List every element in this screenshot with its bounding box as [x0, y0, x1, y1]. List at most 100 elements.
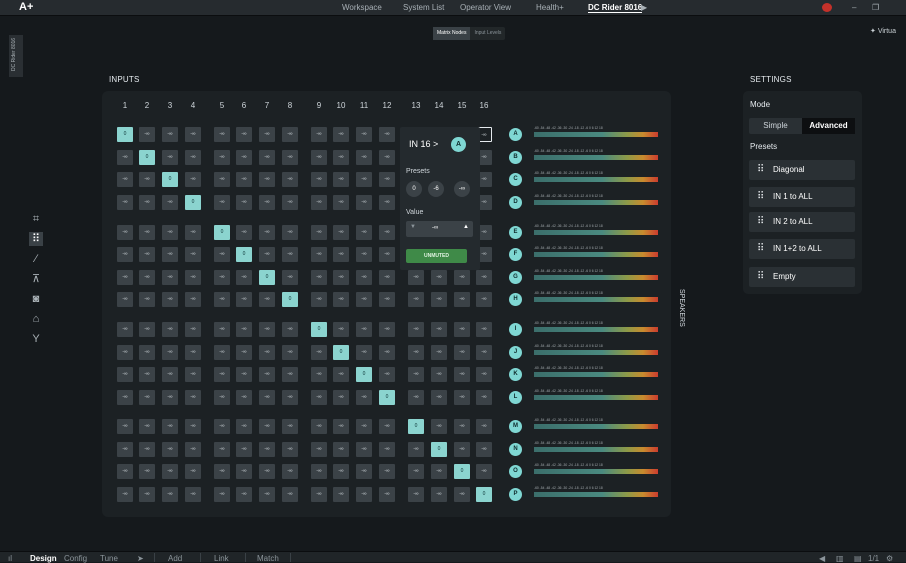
output-label-H[interactable]: H [509, 293, 522, 306]
preset-minus6-button[interactable]: -6 [428, 181, 444, 197]
matrix-node[interactable]: -∞ [259, 367, 275, 382]
matrix-node[interactable]: -∞ [282, 172, 298, 187]
matrix-node[interactable]: -∞ [311, 270, 327, 285]
matrix-node[interactable]: -∞ [185, 247, 201, 262]
matrix-node[interactable]: -∞ [356, 292, 372, 307]
matrix-node[interactable]: -∞ [236, 419, 252, 434]
matrix-node[interactable]: -∞ [139, 442, 155, 457]
matrix-node[interactable]: -∞ [476, 345, 492, 360]
matrix-node[interactable]: -∞ [408, 442, 424, 457]
matrix-node[interactable]: -∞ [117, 225, 133, 240]
matrix-node[interactable]: -∞ [236, 322, 252, 337]
matrix-node[interactable]: -∞ [311, 195, 327, 210]
matrix-node[interactable]: -∞ [476, 367, 492, 382]
preset-in12-to-all[interactable]: ⠿ IN 1+2 to ALL [749, 239, 855, 259]
matrix-node[interactable]: -∞ [379, 464, 395, 479]
matrix-node[interactable]: -∞ [408, 367, 424, 382]
matrix-node[interactable]: -∞ [311, 247, 327, 262]
matrix-node[interactable]: -∞ [259, 442, 275, 457]
matrix-node[interactable]: -∞ [162, 225, 178, 240]
matrix-node[interactable]: -∞ [259, 127, 275, 142]
matrix-node[interactable]: -∞ [431, 322, 447, 337]
matrix-node[interactable]: -∞ [282, 322, 298, 337]
matrix-node[interactable]: -∞ [282, 247, 298, 262]
matrix-node[interactable]: -∞ [214, 442, 230, 457]
output-label-I[interactable]: I [509, 323, 522, 336]
matrix-node[interactable]: -∞ [185, 270, 201, 285]
matrix-node[interactable]: -∞ [162, 195, 178, 210]
matrix-node[interactable]: -∞ [185, 367, 201, 382]
matrix-node[interactable]: -∞ [431, 464, 447, 479]
matrix-node[interactable]: 0 [162, 172, 178, 187]
matrix-node[interactable]: -∞ [282, 487, 298, 502]
matrix-node[interactable]: -∞ [356, 225, 372, 240]
matrix-node[interactable]: -∞ [454, 367, 470, 382]
matrix-node[interactable]: -∞ [139, 419, 155, 434]
matrix-node[interactable]: -∞ [379, 322, 395, 337]
matrix-node[interactable]: -∞ [214, 367, 230, 382]
matrix-node[interactable]: -∞ [408, 270, 424, 285]
matrix-node[interactable]: -∞ [333, 442, 349, 457]
matrix-node[interactable]: -∞ [162, 419, 178, 434]
matrix-node[interactable]: -∞ [454, 390, 470, 405]
matrix-node[interactable]: -∞ [282, 367, 298, 382]
nav-workspace[interactable]: Workspace [342, 3, 382, 12]
matrix-node[interactable]: -∞ [139, 367, 155, 382]
matrix-node[interactable]: -∞ [311, 487, 327, 502]
matrix-node[interactable]: -∞ [259, 322, 275, 337]
matrix-node[interactable]: -∞ [185, 225, 201, 240]
matrix-node[interactable]: -∞ [139, 390, 155, 405]
matrix-node[interactable]: -∞ [333, 390, 349, 405]
matrix-node[interactable]: -∞ [476, 442, 492, 457]
matrix-node[interactable]: -∞ [431, 270, 447, 285]
matrix-node[interactable]: -∞ [476, 292, 492, 307]
output-label-M[interactable]: M [509, 420, 522, 433]
matrix-node[interactable]: 0 [117, 127, 133, 142]
matrix-node[interactable]: -∞ [214, 345, 230, 360]
matrix-node[interactable]: -∞ [282, 195, 298, 210]
matrix-node[interactable]: -∞ [333, 367, 349, 382]
matrix-node[interactable]: -∞ [117, 487, 133, 502]
matrix-node[interactable]: -∞ [139, 322, 155, 337]
output-label-E[interactable]: E [509, 226, 522, 239]
matrix-node[interactable]: -∞ [431, 487, 447, 502]
matrix-node[interactable]: -∞ [162, 322, 178, 337]
matrix-node[interactable]: -∞ [454, 270, 470, 285]
matrix-node[interactable]: -∞ [259, 419, 275, 434]
matrix-node[interactable]: -∞ [379, 345, 395, 360]
matrix-node[interactable]: -∞ [356, 247, 372, 262]
matrix-node[interactable]: -∞ [311, 150, 327, 165]
mode-advanced-button[interactable]: Advanced [802, 118, 855, 134]
matrix-node[interactable]: -∞ [185, 442, 201, 457]
matrix-node[interactable]: -∞ [259, 464, 275, 479]
matrix-node[interactable]: -∞ [139, 195, 155, 210]
processor-icon[interactable]: ⌗ [29, 212, 43, 226]
matrix-node[interactable]: -∞ [236, 150, 252, 165]
matrix-node[interactable]: -∞ [333, 292, 349, 307]
matrix-node[interactable]: -∞ [379, 270, 395, 285]
matrix-node[interactable]: -∞ [214, 322, 230, 337]
preset-in2-to-all[interactable]: ⠿ IN 2 to ALL [749, 212, 855, 232]
matrix-node[interactable]: -∞ [356, 442, 372, 457]
matrix-node[interactable]: -∞ [259, 225, 275, 240]
matrix-node[interactable]: -∞ [185, 172, 201, 187]
matrix-node[interactable]: -∞ [356, 127, 372, 142]
matrix-node[interactable]: -∞ [162, 150, 178, 165]
matrix-node[interactable]: -∞ [162, 345, 178, 360]
matrix-node[interactable]: -∞ [214, 292, 230, 307]
matrix-node[interactable]: -∞ [117, 419, 133, 434]
matrix-node[interactable]: -∞ [356, 464, 372, 479]
matrix-node[interactable]: 0 [139, 150, 155, 165]
matrix-node[interactable]: -∞ [333, 487, 349, 502]
tab-matrix-nodes[interactable]: Matrix Nodes [433, 27, 471, 40]
preset-empty[interactable]: ⠿ Empty [749, 267, 855, 287]
matrix-node[interactable]: -∞ [379, 367, 395, 382]
matrix-node[interactable]: 0 [454, 464, 470, 479]
matrix-node[interactable]: 0 [408, 419, 424, 434]
output-label-N[interactable]: N [509, 443, 522, 456]
matrix-node[interactable]: -∞ [162, 367, 178, 382]
matrix-node[interactable]: -∞ [236, 442, 252, 457]
restore-icon[interactable]: ❐ [872, 3, 879, 12]
matrix-node[interactable]: -∞ [379, 247, 395, 262]
play-icon[interactable]: ▶ [641, 3, 647, 12]
